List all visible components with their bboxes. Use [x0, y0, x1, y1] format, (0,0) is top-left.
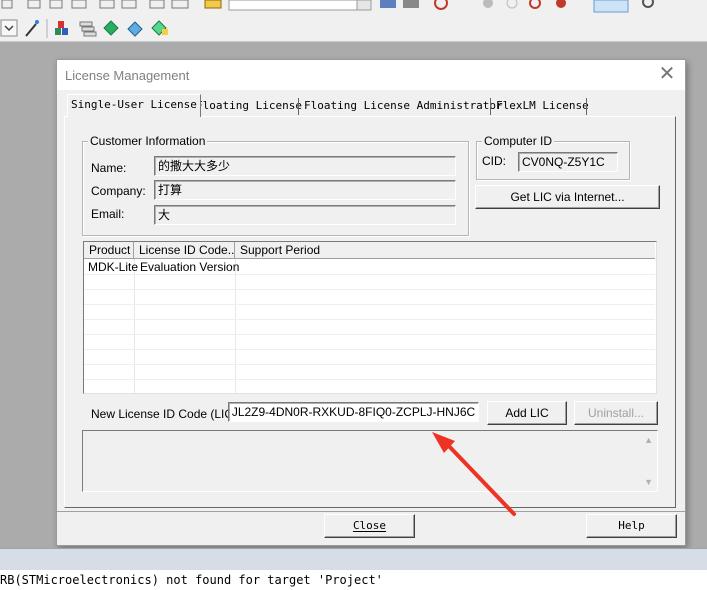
status-bar	[0, 548, 707, 570]
tab-single-user-license[interactable]: Single-User License	[67, 94, 201, 117]
annotation-arrow	[432, 432, 516, 516]
build-output-line: RB(STMicroelectronics) not found for tar…	[0, 570, 707, 590]
